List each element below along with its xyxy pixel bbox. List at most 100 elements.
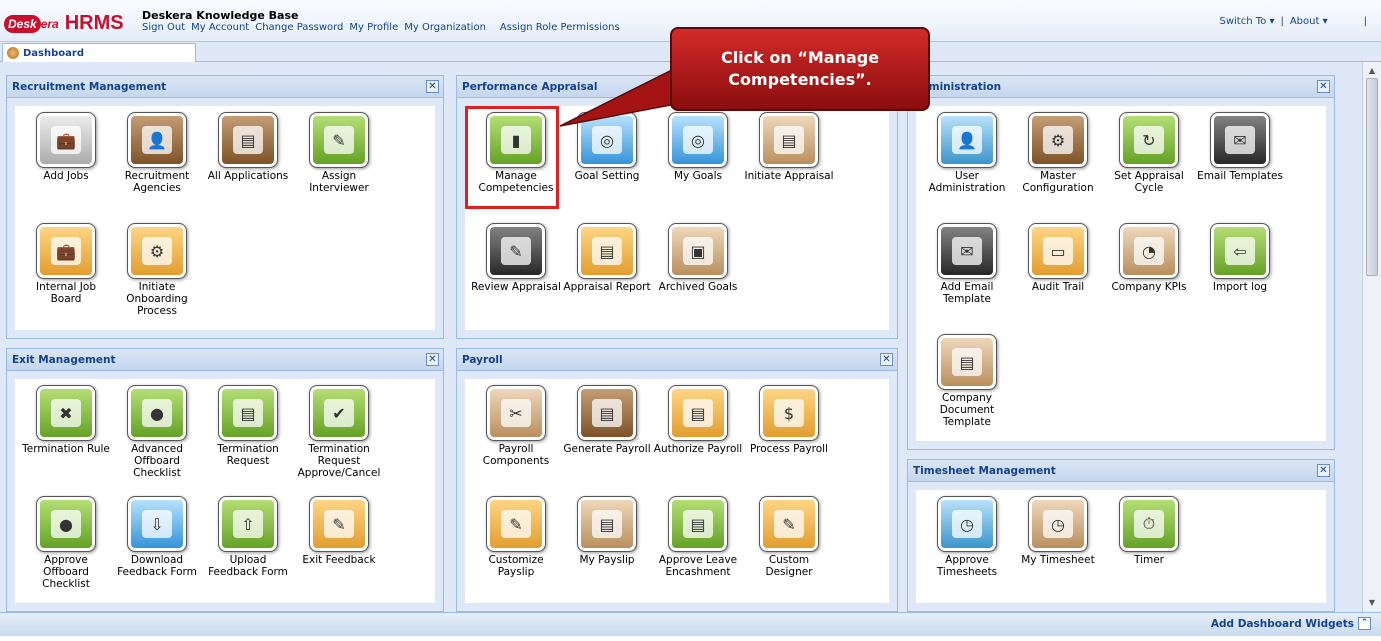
widget-label: Appraisal Report xyxy=(563,281,651,293)
scroll-thumb[interactable] xyxy=(1366,78,1378,276)
widget-label: Import log xyxy=(1212,281,1268,293)
widget-customize-payslip-item[interactable]: ✎ Customize Payslip xyxy=(471,496,561,578)
widget-termination-request-item[interactable]: ▤ Termination Request xyxy=(203,385,293,467)
widget-label: Process Payroll xyxy=(749,443,829,455)
onboarding-people-icon: ⚙ xyxy=(127,223,187,279)
tab-dashboard[interactable]: Dashboard xyxy=(2,43,196,62)
widget-label: Initiate Onboarding Process xyxy=(126,281,188,317)
termination-rule-icon: ✖ xyxy=(36,385,96,441)
widget-gauge-kpi-item[interactable]: ◔ Company KPIs xyxy=(1104,223,1194,293)
applications-list-icon: ▤ xyxy=(218,112,278,168)
panel-header: Payroll ✕ xyxy=(457,349,897,371)
widget-exit-feedback-item[interactable]: ✎ Exit Feedback xyxy=(294,496,384,566)
widget-request-approve-item[interactable]: ✔ Termination Request Approve/Cancel xyxy=(294,385,384,479)
download-form-icon: ⇩ xyxy=(127,496,187,552)
widget-onboarding-people-item[interactable]: ⚙ Initiate Onboarding Process xyxy=(112,223,202,317)
add-dashboard-widgets-button[interactable]: Add Dashboard Widgets ⌃ xyxy=(1211,617,1371,630)
callout-line-2: Competencies”. xyxy=(728,70,872,89)
email-template-icon: ✉ xyxy=(1210,112,1270,168)
widget-report-notebook-item[interactable]: ▤ Appraisal Report xyxy=(562,223,652,293)
widget-label: Assign Interviewer xyxy=(309,170,369,194)
widget-label: Authorize Payroll xyxy=(653,443,743,455)
approve-timesheet-icon: ◷ xyxy=(937,496,997,552)
vertical-scrollbar[interactable]: ▲ ▼ xyxy=(1362,62,1381,612)
close-icon[interactable]: ✕ xyxy=(1317,80,1330,93)
agency-person-icon: 👤 xyxy=(127,112,187,168)
timesheet-panel: Timesheet Management ✕ ◷ Approve Timeshee… xyxy=(907,459,1335,612)
widget-job-board-item[interactable]: 💼 Internal Job Board xyxy=(21,223,111,305)
widget-label: Termination Rule xyxy=(22,443,110,455)
scroll-up-arrow-icon[interactable]: ▲ xyxy=(1366,66,1378,76)
close-icon[interactable]: ✕ xyxy=(880,353,893,366)
widget-label: Generate Payroll xyxy=(563,443,651,455)
widget-review-notebook-item[interactable]: ✎ Review Appraisal xyxy=(471,223,561,293)
close-icon[interactable]: ✕ xyxy=(426,353,439,366)
widget-folder-audit-item[interactable]: ▭ Audit Trail xyxy=(1013,223,1103,293)
change-password-link[interactable]: Change Password xyxy=(255,22,343,33)
widget-email-template-item[interactable]: ✉ Email Templates xyxy=(1195,112,1285,182)
widget-label: My Goals xyxy=(674,170,722,182)
user-admin-icon: 👤 xyxy=(937,112,997,168)
widget-archive-box-item[interactable]: ▣ Archived Goals xyxy=(653,223,743,293)
briefcase-add-icon: 💼 xyxy=(36,112,96,168)
widget-label: My Payslip xyxy=(579,554,635,566)
widget-label: Company KPIs xyxy=(1111,281,1187,293)
widget-leave-encashment-item[interactable]: ▤ Approve Leave Encashment xyxy=(653,496,743,578)
switch-to-menu[interactable]: Switch To ▾ xyxy=(1219,16,1274,27)
logo-rest: era xyxy=(40,16,59,31)
administration-widget-body: 👤 User Administration ⚙ Master Configuratio… xyxy=(916,106,1326,441)
job-board-icon: 💼 xyxy=(36,223,96,279)
widget-approve-offboard-item[interactable]: ● Approve Offboard Checklist xyxy=(21,496,111,590)
my-organization-link[interactable]: My Organization xyxy=(404,22,486,33)
widget-applications-list-item[interactable]: ▤ All Applications xyxy=(203,112,293,182)
exit-widget-body: ✖ Termination Rule ● Advanced Offboard Chec… xyxy=(15,379,435,603)
scroll-down-arrow-icon[interactable]: ▼ xyxy=(1366,598,1378,608)
widget-label: Set Appraisal Cycle xyxy=(1114,170,1184,194)
cycle-clock-icon: ↻ xyxy=(1119,112,1179,168)
header-links: Sign Out My Account Change Password My P… xyxy=(142,22,620,33)
widget-custom-designer-item[interactable]: ✎ Custom Designer xyxy=(744,496,834,578)
widget-download-form-item[interactable]: ⇩ Download Feedback Form xyxy=(112,496,202,578)
widget-briefcase-add-item[interactable]: 💼 Add Jobs xyxy=(21,112,111,182)
widget-tools-components-item[interactable]: ✂ Payroll Components xyxy=(471,385,561,467)
initiate-notebook-icon: ▤ xyxy=(759,112,819,168)
widget-label: Company Document Template xyxy=(939,392,995,428)
widget-agency-person-item[interactable]: 👤 Recruitment Agencies xyxy=(112,112,202,194)
widget-import-arrow-item[interactable]: ⇦ Import log xyxy=(1195,223,1285,293)
my-profile-link[interactable]: My Profile xyxy=(349,22,398,33)
my-account-link[interactable]: My Account xyxy=(191,22,249,33)
widget-payslip-item[interactable]: ▤ My Payslip xyxy=(562,496,652,566)
recruitment-widget-body: 💼 Add Jobs 👤 Recruitment Agencies ▤ All Appli… xyxy=(15,106,435,330)
leave-encashment-icon: ▤ xyxy=(668,496,728,552)
close-icon[interactable]: ✕ xyxy=(426,80,439,93)
widget-cycle-clock-item[interactable]: ↻ Set Appraisal Cycle xyxy=(1104,112,1194,194)
widget-label: Upload Feedback Form xyxy=(208,554,288,578)
widget-label: Review Appraisal xyxy=(471,281,561,293)
widget-assign-clipboard-item[interactable]: ✎ Assign Interviewer xyxy=(294,112,384,194)
widget-label: Audit Trail xyxy=(1031,281,1085,293)
about-menu[interactable]: About ▾ xyxy=(1290,16,1328,27)
upload-form-icon: ⇧ xyxy=(218,496,278,552)
widget-add-email-item[interactable]: ✉ Add Email Template xyxy=(922,223,1012,305)
close-icon[interactable]: ✕ xyxy=(1317,464,1330,477)
widget-user-admin-item[interactable]: 👤 User Administration xyxy=(922,112,1012,194)
widget-approve-timesheet-item[interactable]: ◷ Approve Timesheets xyxy=(922,496,1012,578)
widget-termination-rule-item[interactable]: ✖ Termination Rule xyxy=(21,385,111,455)
assign-role-permissions-link[interactable]: Assign Role Permissions xyxy=(500,22,620,33)
bottom-bar: Add Dashboard Widgets ⌃ xyxy=(0,612,1381,636)
widget-stopwatch-item[interactable]: ⏱ Timer xyxy=(1104,496,1194,566)
widget-process-payroll-item[interactable]: $ Process Payroll xyxy=(744,385,834,455)
widget-upload-form-item[interactable]: ⇧ Upload Feedback Form xyxy=(203,496,293,578)
widget-authorize-payroll-item[interactable]: ▤ Authorize Payroll xyxy=(653,385,743,455)
widget-initiate-notebook-item[interactable]: ▤ Initiate Appraisal xyxy=(744,112,834,182)
widget-gear-config-item[interactable]: ⚙ Master Configuration xyxy=(1013,112,1103,194)
administration-panel: Administration ✕ 👤 User Administration ⚙ Ma… xyxy=(907,75,1335,450)
widget-offboard-checklist-item[interactable]: ● Advanced Offboard Checklist xyxy=(112,385,202,479)
widget-generate-payroll-item[interactable]: ▤ Generate Payroll xyxy=(562,385,652,455)
widget-label: Initiate Appraisal xyxy=(744,170,834,182)
request-approve-icon: ✔ xyxy=(309,385,369,441)
sign-out-link[interactable]: Sign Out xyxy=(142,22,185,33)
widget-my-timesheet-item[interactable]: ◷ My Timesheet xyxy=(1013,496,1103,566)
widget-label: Custom Designer xyxy=(765,554,813,578)
widget-documents-item[interactable]: ▤ Company Document Template xyxy=(922,334,1012,428)
